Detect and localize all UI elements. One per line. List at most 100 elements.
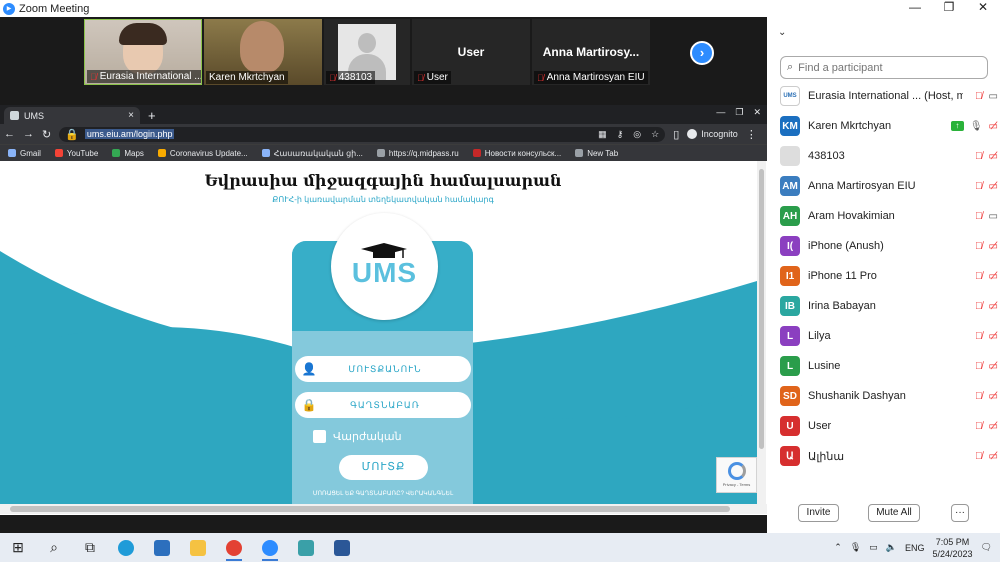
remember-checkbox[interactable] (313, 430, 326, 443)
task-view-button[interactable]: ⧉ (72, 533, 108, 562)
network-icon[interactable]: ▭ (869, 542, 878, 553)
video-off-icon[interactable]: ▭̸ (989, 391, 998, 402)
next-videos-button[interactable]: › (690, 41, 714, 65)
participant-row[interactable]: SD Shushanik Dashyan 🎙̸ ▭̸ (780, 381, 998, 411)
photos-button[interactable] (288, 533, 324, 562)
bookmark-item[interactable]: Gmail (8, 149, 41, 158)
mic-off-icon[interactable]: 🎙̸ (975, 331, 983, 342)
participant-row[interactable]: AH Aram Hovakimian 🎙̸ ▭ (780, 201, 998, 231)
menu-dots-icon[interactable]: ⋮ (746, 128, 757, 141)
search-taskbar-button[interactable]: ⌕ (36, 533, 72, 562)
bookmark-item[interactable]: Հասառակական ցի... (261, 149, 363, 158)
recaptcha-badge[interactable]: Privacy - Terms (716, 457, 757, 493)
address-bar[interactable]: 🔒 ums.eiu.am/login.php ▦ ⚷ ◎ ☆ (59, 126, 666, 142)
chevron-up-icon[interactable]: ⌃ (834, 542, 842, 553)
video-tile[interactable]: Karen Mkrtchyan (204, 19, 322, 85)
start-button[interactable]: ⊞ (0, 533, 36, 562)
new-tab-button[interactable]: + (148, 107, 156, 124)
edge-button[interactable] (108, 533, 144, 562)
bookmark-item[interactable]: New Tab (575, 149, 618, 158)
volume-icon[interactable]: 🔈 (886, 542, 897, 553)
mic-off-icon[interactable]: 🎙̸ (975, 421, 983, 432)
chevron-down-icon[interactable]: ⌄ (778, 27, 786, 38)
browser-close-icon[interactable]: ✕ (753, 107, 761, 118)
video-off-icon[interactable]: ▭̸ (989, 181, 998, 192)
mic-off-icon[interactable]: 🎙̸ (975, 91, 983, 102)
participant-row[interactable]: L Lusine 🎙̸ ▭̸ (780, 351, 998, 381)
video-off-icon[interactable]: ▭̸ (989, 331, 998, 342)
video-off-icon[interactable]: ▭̸ (989, 451, 998, 462)
video-off-icon[interactable]: ▭̸ (989, 271, 998, 282)
video-icon[interactable]: ▭ (989, 91, 998, 102)
side-panel-icon[interactable]: ▯ (673, 128, 679, 141)
mic-off-icon[interactable]: 🎙̸ (975, 451, 983, 462)
video-off-icon[interactable]: ▭̸ (989, 151, 998, 162)
mic-off-icon[interactable]: 🎙̸ (975, 241, 983, 252)
bookmark-item[interactable]: Maps (112, 149, 144, 158)
qr-icon[interactable]: ▦ (598, 129, 607, 140)
microphone-icon[interactable]: 🎙 (850, 542, 861, 553)
language-indicator[interactable]: ENG (905, 543, 925, 553)
mic-off-icon[interactable]: 🎙̸ (975, 181, 983, 192)
video-off-icon[interactable]: ▭̸ (989, 241, 998, 252)
mic-off-icon[interactable]: 🎙̸ (975, 361, 983, 372)
video-off-icon[interactable]: ▭̸ (989, 301, 998, 312)
search-input[interactable] (798, 61, 979, 74)
browser-tab[interactable]: UMS × (4, 107, 140, 124)
file-explorer-button[interactable] (180, 533, 216, 562)
close-button[interactable]: ✕ (966, 0, 1000, 17)
browser-restore-icon[interactable]: ❐ (735, 107, 743, 118)
chrome-button[interactable] (216, 533, 252, 562)
login-button[interactable]: ՄՈՒՏՔ (339, 455, 428, 480)
invite-button[interactable]: Invite (798, 504, 839, 522)
video-off-icon[interactable]: ▭̸ (989, 361, 998, 372)
bookmark-item[interactable]: https://q.midpass.ru (376, 149, 459, 158)
store-button[interactable] (144, 533, 180, 562)
key-icon[interactable]: ⚷ (617, 129, 624, 140)
bookmark-star-icon[interactable]: ☆ (651, 129, 659, 140)
mic-off-icon[interactable]: 🎙̸ (975, 151, 983, 162)
mic-off-icon[interactable]: 🎙̸ (975, 211, 983, 222)
video-tile[interactable]: Anna Martirosy... 🎙̸ Anna Martirosyan EIU (532, 19, 650, 85)
video-icon[interactable]: ▭ (989, 211, 998, 222)
participant-row[interactable]: I(iPhone (Anush) 🎙̸ ▭̸ (780, 231, 998, 261)
minimize-button[interactable]: — (898, 0, 932, 17)
video-tile[interactable]: 🎙̸ 438103 (324, 19, 410, 85)
forward-icon[interactable]: → (23, 128, 34, 140)
maximize-button[interactable]: ❐ (932, 0, 966, 17)
mic-off-icon[interactable]: 🎙̸ (975, 271, 983, 282)
eye-off-icon[interactable]: ◎ (633, 129, 641, 140)
bookmark-item[interactable]: Новости консульск... (472, 149, 561, 158)
notifications-icon[interactable]: 🗨 (981, 542, 992, 553)
zoom-button[interactable] (252, 533, 288, 562)
participant-row[interactable]: L Lilya 🎙̸ ▭̸ (780, 321, 998, 351)
incognito-badge[interactable]: Incognito (687, 129, 738, 139)
video-tile[interactable]: 🎙̸ Eurasia International ... (84, 19, 202, 85)
mic-off-icon[interactable]: 🎙̸ (975, 301, 983, 312)
participant-row[interactable]: U User 🎙̸ ▭̸ (780, 411, 998, 441)
more-options-button[interactable]: ··· (951, 504, 969, 522)
horizontal-scrollbar[interactable] (0, 504, 767, 514)
bookmark-item[interactable]: Coronavirus Update... (157, 149, 248, 158)
mute-all-button[interactable]: Mute All (868, 504, 920, 522)
password-field[interactable]: 🔒 ԳԱՂՏՆԱԲԱՌ (295, 392, 471, 418)
video-off-icon[interactable]: ▭̸ (989, 121, 998, 132)
url-text[interactable]: ums.eiu.am/login.php (84, 129, 175, 139)
participant-row[interactable]: I1 iPhone 11 Pro 🎙̸ ▭̸ (780, 261, 998, 291)
remember-checkbox-row[interactable]: Վարժական (313, 430, 402, 443)
participant-row[interactable]: UMS Eurasia International ... (Host, me) 🎙… (780, 81, 998, 111)
participant-row[interactable]: Ա Ալինա 🎙̸ ▭̸ (780, 441, 998, 471)
word-button[interactable] (324, 533, 360, 562)
browser-minimize-icon[interactable]: — (716, 107, 725, 118)
video-off-icon[interactable]: ▭̸ (989, 421, 998, 432)
tab-close-icon[interactable]: × (128, 110, 134, 121)
participant-row[interactable]: AM Anna Martirosyan EIU 🎙̸ ▭̸ (780, 171, 998, 201)
participant-row[interactable]: KM Karen Mkrtchyan ↑ 🎙 ▭̸ (780, 111, 998, 141)
screen-share-icon[interactable]: ↑ (950, 121, 964, 131)
username-field[interactable]: 👤 ՄՈՒՏՔԱՆՈՒՆ (295, 356, 471, 382)
participant-row[interactable]: 438103 🎙̸ ▭̸ (780, 141, 998, 171)
participant-row[interactable]: IB Irina Babayan 🎙̸ ▭̸ (780, 291, 998, 321)
back-icon[interactable]: ← (4, 128, 15, 140)
video-tile[interactable]: User 🎙̸ User (412, 19, 530, 85)
forgot-password-link[interactable]: ՄՈՌԱՑԵԼ ԵՔ ԳԱՂՏՆԱԲԱՌԸ? ՎԵՐԱԿԱՆԳՆԵԼ (295, 490, 471, 497)
